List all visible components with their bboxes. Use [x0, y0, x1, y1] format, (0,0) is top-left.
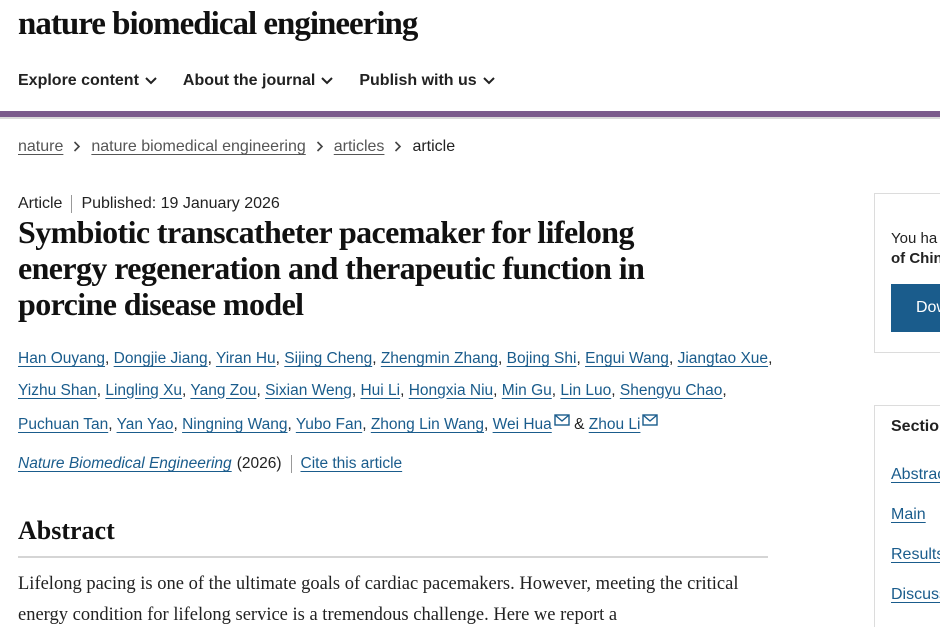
author-link[interactable]: Hui Li — [360, 382, 400, 399]
author-link[interactable]: Han Ouyang — [18, 350, 105, 367]
abstract-divider — [18, 556, 768, 558]
author-link[interactable]: Bojing Shi — [507, 350, 577, 367]
author-link[interactable]: Sijing Cheng — [284, 350, 372, 367]
nav-label: Publish with us — [359, 72, 477, 89]
section-link-results[interactable]: Results — [891, 546, 940, 564]
author-link[interactable]: Dongjie Jiang — [114, 350, 208, 367]
author-link[interactable]: Shengyu Chao — [620, 382, 723, 399]
author-link[interactable]: Zhou Li — [589, 416, 641, 433]
author-link[interactable]: Wei Hua — [493, 416, 552, 433]
chevron-right-icon — [384, 138, 412, 156]
abstract-text: Lifelong pacing is one of the ultimate g… — [18, 574, 739, 625]
nav-label: About the journal — [182, 72, 316, 89]
author-link[interactable]: Zhengmin Zhang — [381, 350, 498, 367]
chevron-right-icon — [306, 138, 334, 156]
author-link[interactable]: Min Gu — [502, 382, 552, 399]
published-date: Published: 19 January 2026 — [81, 195, 280, 212]
journal-citation-line: Nature Biomedical Engineering (2026) Cit… — [18, 455, 402, 473]
access-text: You ha — [891, 230, 938, 247]
author-link[interactable]: Yan Yao — [117, 416, 174, 433]
section-link-discussion[interactable]: Discuss — [891, 586, 940, 604]
author-link[interactable]: Puchuan Tan — [18, 416, 108, 433]
author-link[interactable]: Zhong Lin Wang — [371, 416, 484, 433]
meta-divider — [71, 195, 73, 213]
author-link[interactable]: Lin Luo — [560, 382, 611, 399]
author-joiner: & — [574, 416, 585, 433]
abstract-heading: Abstract — [18, 516, 115, 545]
sections-panel: Section Abstrac Main Results Discuss — [874, 405, 940, 627]
chevron-down-icon — [145, 77, 157, 85]
author-link[interactable]: Lingling Xu — [105, 382, 182, 399]
nav-explore-content[interactable]: Explore content — [18, 72, 157, 90]
author-link[interactable]: Jiangtao Xue — [678, 350, 769, 367]
journal-logo[interactable]: nature biomedical engineering — [18, 6, 418, 43]
publication-year: (2026) — [236, 455, 282, 472]
nav-publish-with-us[interactable]: Publish with us — [359, 72, 495, 90]
breadcrumb-link-nature[interactable]: nature — [18, 138, 63, 156]
author-link[interactable]: Yiran Hu — [216, 350, 276, 367]
author-link[interactable]: Yizhu Shan — [18, 382, 97, 399]
author-list: Han Ouyang, Dongjie Jiang, Yiran Hu, Sij… — [18, 350, 773, 433]
download-pdf-button[interactable]: Dow — [891, 284, 940, 332]
author-link[interactable]: Yubo Fan — [296, 416, 362, 433]
chevron-down-icon — [482, 77, 495, 85]
main-nav: Explore content About the journal Publis… — [18, 72, 495, 90]
section-link-main[interactable]: Main — [891, 506, 926, 524]
article-meta: Article Published: 19 January 2026 — [18, 195, 280, 213]
author-link[interactable]: Engui Wang — [585, 350, 669, 367]
breadcrumb-current: article — [412, 138, 456, 155]
chevron-right-icon — [63, 138, 91, 156]
article-type: Article — [18, 195, 63, 212]
breadcrumb-link-articles[interactable]: articles — [334, 138, 385, 156]
nav-about-journal[interactable]: About the journal — [182, 72, 334, 90]
breadcrumb-link-journal[interactable]: nature biomedical engineering — [91, 138, 305, 156]
nav-label: Explore content — [18, 72, 139, 89]
article-title: Symbiotic transcatheter pacemaker for li… — [18, 214, 645, 322]
author-link[interactable]: Ningning Wang — [182, 416, 287, 433]
author-link[interactable]: Sixian Weng — [265, 382, 352, 399]
cite-article-link[interactable]: Cite this article — [301, 455, 403, 473]
sections-title: Section — [891, 418, 940, 435]
author-link[interactable]: Hongxia Niu — [409, 382, 493, 399]
mail-icon[interactable] — [642, 406, 659, 426]
section-link-abstract[interactable]: Abstrac — [891, 466, 940, 484]
author-link[interactable]: Yang Zou — [190, 382, 256, 399]
meta-divider — [290, 455, 292, 473]
access-institution: of Chin — [891, 250, 940, 267]
mail-icon[interactable] — [554, 406, 570, 426]
breadcrumb: nature nature biomedical engineering art… — [18, 138, 455, 156]
chevron-down-icon — [321, 77, 334, 85]
journal-name-link[interactable]: Nature Biomedical Engineering — [18, 455, 232, 473]
access-panel: You ha of Chin Dow — [874, 193, 940, 353]
header-divider — [0, 117, 940, 119]
